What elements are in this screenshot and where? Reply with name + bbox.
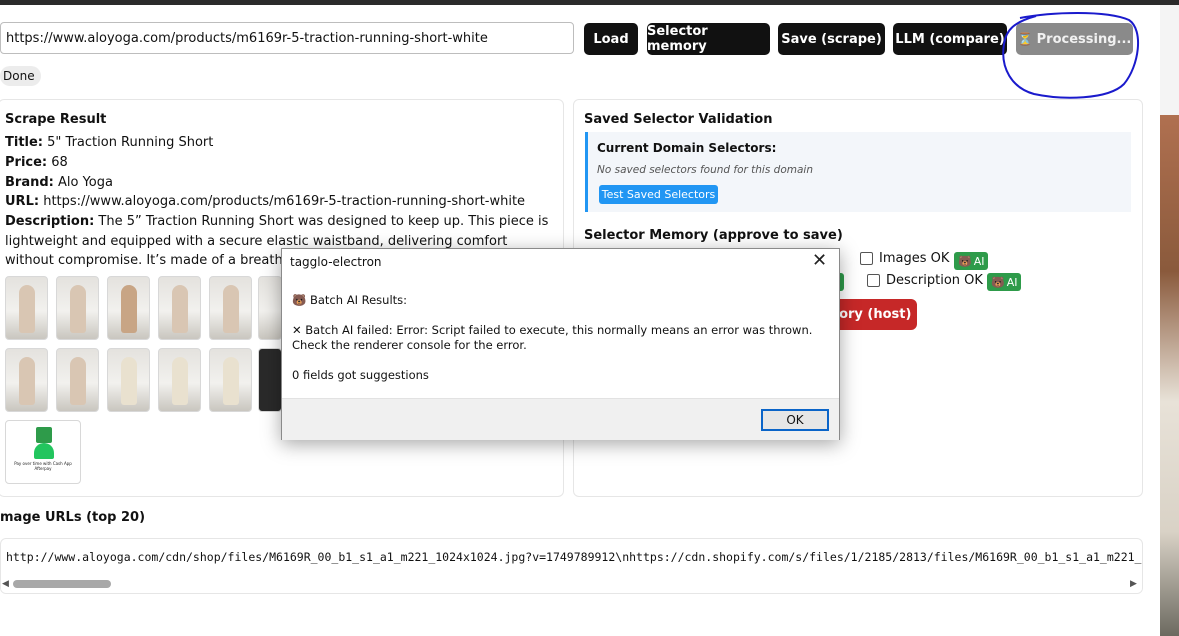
promo-thumbnail[interactable]: Pay over time with Cash App Afterpay	[5, 420, 81, 484]
url-value: https://www.aloyoga.com/products/m6169r-…	[43, 194, 526, 209]
product-thumbnail[interactable]	[209, 348, 252, 412]
url-input[interactable]	[0, 22, 574, 54]
product-thumbnail[interactable]	[56, 276, 99, 340]
images-ai-badge[interactable]: 🐻 AI	[954, 252, 989, 270]
brand-label: Brand:	[5, 175, 54, 190]
robot-icon: 🐻	[958, 254, 972, 268]
llm-compare-button[interactable]: LLM (compare)	[893, 23, 1007, 55]
afterpay-logo-icon	[36, 427, 52, 443]
images-ok-label: Images OK	[879, 251, 950, 266]
selector-memory-heading: Selector Memory (approve to save)	[584, 228, 843, 243]
description-label: Description:	[5, 214, 95, 229]
annotation-circle	[1002, 12, 1140, 99]
dialog-error: Batch AI failed: Error: Script failed to…	[292, 323, 813, 352]
ai-label: AI	[973, 254, 985, 268]
window-top-bar	[0, 0, 1179, 5]
load-button[interactable]: Load	[584, 23, 638, 55]
current-domain-selectors-box: Current Domain Selectors: No saved selec…	[585, 132, 1131, 212]
robot-icon: 🐻	[991, 275, 1005, 289]
title-label: Title:	[5, 135, 44, 150]
promo-figure-icon	[34, 443, 54, 459]
image-urls-box[interactable]: http://www.aloyoga.com/cdn/shop/files/M6…	[0, 538, 1143, 594]
product-thumbnail[interactable]	[107, 348, 150, 412]
dialog-header: Batch AI Results:	[309, 293, 408, 307]
close-icon[interactable]: ✕	[812, 250, 827, 271]
background-photo	[1160, 115, 1179, 636]
status-badge: Done	[0, 66, 41, 86]
price-label: Price:	[5, 155, 48, 170]
image-urls-text: http://www.aloyoga.com/cdn/shop/files/M6…	[6, 550, 1143, 564]
product-thumbnail[interactable]	[56, 348, 99, 412]
dialog-title: tagglo-electron	[290, 255, 382, 269]
scrollbar-thumb[interactable]	[13, 580, 111, 588]
robot-icon: 🐻	[292, 293, 307, 307]
ok-button[interactable]: OK	[761, 409, 829, 431]
image-urls-heading: mage URLs (top 20)	[0, 510, 146, 525]
product-thumbnail[interactable]	[158, 348, 201, 412]
product-thumbnail[interactable]	[5, 276, 48, 340]
price-row: Price: 68	[5, 155, 68, 170]
scroll-right-icon[interactable]: ▶	[1130, 579, 1137, 589]
scroll-left-icon[interactable]: ◀	[2, 579, 9, 589]
brand-row: Brand: Alo Yoga	[5, 175, 113, 190]
dialog-summary: 0 fields got suggestions	[292, 368, 429, 382]
description-ok-checkbox[interactable]	[867, 274, 880, 287]
price-value: 68	[51, 155, 68, 170]
selector-memory-button[interactable]: Selector memory	[647, 23, 770, 55]
title-row: Title: 5" Traction Running Short	[5, 135, 213, 150]
images-ok-checkbox[interactable]	[860, 252, 873, 265]
product-thumbnail[interactable]	[258, 276, 282, 340]
test-saved-selectors-button[interactable]: Test Saved Selectors	[599, 185, 718, 204]
promo-text: Pay over time with Cash App Afterpay	[14, 461, 72, 471]
no-selectors-text: No saved selectors found for this domain	[597, 164, 813, 176]
horizontal-scrollbar[interactable]	[1, 579, 1142, 593]
product-thumbnail[interactable]	[258, 348, 282, 412]
description-ai-badge[interactable]: 🐻 AI	[987, 273, 1022, 291]
dialog-footer: OK	[282, 398, 839, 440]
product-thumbnail[interactable]	[209, 276, 252, 340]
batch-ai-dialog: tagglo-electron ✕ 🐻 Batch AI Results: ✕ …	[281, 248, 840, 440]
url-row: URL: https://www.aloyoga.com/products/m6…	[5, 194, 525, 209]
save-scrape-button[interactable]: Save (scrape)	[778, 23, 885, 55]
error-x-icon: ✕	[292, 323, 302, 337]
product-thumbnail[interactable]	[5, 348, 48, 412]
url-label: URL:	[5, 194, 40, 209]
brand-value: Alo Yoga	[58, 175, 113, 190]
description-ok-label: Description OK	[886, 273, 983, 288]
product-thumbnail[interactable]	[107, 276, 150, 340]
dialog-header-row: 🐻 Batch AI Results:	[292, 293, 407, 308]
current-domain-heading: Current Domain Selectors:	[597, 141, 777, 155]
dialog-error-row: ✕ Batch AI failed: Error: Script failed …	[292, 323, 827, 353]
ai-label: AI	[1006, 275, 1018, 289]
title-value: 5" Traction Running Short	[47, 135, 214, 150]
scrape-result-heading: Scrape Result	[5, 112, 107, 127]
product-thumbnail[interactable]	[158, 276, 201, 340]
validation-heading: Saved Selector Validation	[584, 112, 773, 127]
